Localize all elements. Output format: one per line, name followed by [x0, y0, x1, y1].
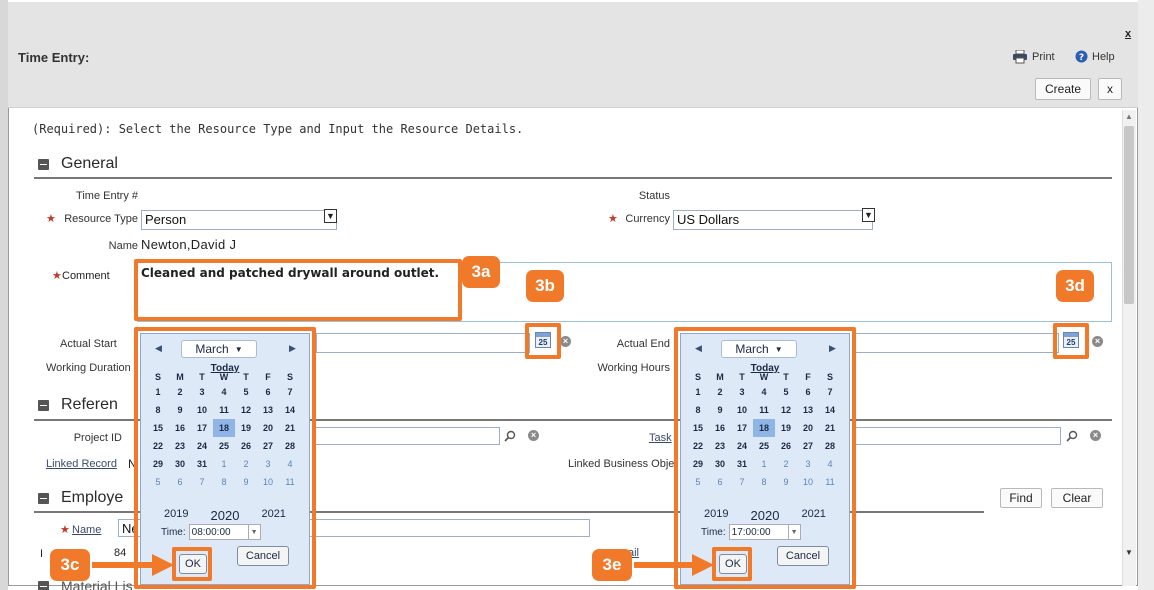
currency-label: Currency — [625, 213, 670, 225]
search-icon[interactable] — [504, 430, 516, 442]
screen: x Time Entry: Print ? Help Create x (Req… — [0, 0, 1154, 590]
start-ok-highlight — [172, 547, 212, 581]
start-calendar-highlight — [525, 323, 561, 359]
start-calendar-highlight — [134, 327, 316, 589]
actual-end-input[interactable] — [855, 333, 1059, 353]
time-entry-label: Time Entry # — [76, 190, 138, 202]
project-id-input[interactable] — [312, 427, 500, 445]
clear-icon[interactable]: × — [1092, 336, 1103, 347]
section-title: Referen — [61, 396, 118, 413]
collapse-icon — [38, 399, 49, 411]
linked-record-link[interactable]: Linked Record — [46, 458, 117, 470]
callout-badge: 3e — [592, 549, 632, 581]
required-marker: ★ — [60, 524, 70, 536]
collapse-icon — [38, 580, 49, 590]
callout-badge: 3c — [50, 549, 90, 581]
svg-text:?: ? — [1079, 53, 1084, 63]
project-id-label: Project ID — [73, 432, 122, 444]
clear-icon[interactable]: × — [560, 336, 571, 347]
actual-start-label: Actual Start — [60, 338, 117, 350]
arrow-icon — [634, 554, 714, 576]
scrollbar-thumb[interactable] — [1124, 126, 1134, 304]
dialog-header — [8, 2, 1138, 108]
callout-badge: 3d — [1056, 270, 1094, 302]
end-ok-highlight — [712, 547, 752, 581]
callout-badge: 3b — [526, 270, 564, 302]
required-marker: ★ — [52, 270, 62, 282]
help-label: Help — [1092, 50, 1115, 63]
section-title: General — [61, 155, 118, 172]
required-marker: ★ — [608, 213, 618, 225]
employee-next-label: I — [40, 548, 44, 560]
working-hours-label: Working Hours — [597, 362, 670, 374]
instruction-text: (Required): Select the Resource Type and… — [32, 122, 524, 136]
currency-value: US Dollars — [677, 212, 740, 227]
section-reference[interactable]: Referen — [38, 396, 118, 414]
callout-badge: 3a — [462, 256, 500, 288]
scroll-up-icon[interactable]: ▲ — [1125, 112, 1133, 121]
comments-label: Comment — [62, 270, 110, 282]
section-general[interactable]: General — [38, 155, 118, 173]
resource-type-label: Resource Type — [64, 213, 138, 225]
actual-start-input[interactable] — [316, 333, 530, 353]
linked-business-object-label: Linked Business Obje — [568, 458, 675, 470]
section-divider — [34, 177, 1112, 179]
find-button[interactable]: Find — [1000, 488, 1042, 508]
backdrop-right — [1138, 0, 1154, 590]
resource-type-value: Person — [145, 212, 187, 227]
collapse-icon — [38, 492, 49, 504]
name-label: Name — [108, 240, 138, 252]
working-duration-label: Working Duration — [46, 362, 131, 374]
name-value: Newton,David J — [141, 237, 237, 252]
clear-icon[interactable]: × — [528, 430, 539, 441]
actual-end-label: Actual End — [616, 338, 670, 350]
arrow-icon — [92, 554, 174, 576]
help-button[interactable]: ? Help — [1075, 50, 1115, 63]
comments-highlight — [134, 259, 462, 321]
section-title: Employe — [61, 489, 124, 506]
print-button[interactable]: Print — [1012, 50, 1055, 64]
task-input[interactable] — [855, 427, 1061, 445]
currency-select[interactable]: US Dollars — [673, 210, 873, 230]
resource-type-dropdown-icon[interactable]: ▼ — [324, 209, 337, 223]
dialog-title: Time Entry: — [18, 50, 90, 65]
backdrop-left — [0, 0, 8, 590]
status-label: Status — [638, 190, 670, 202]
clear-button[interactable]: Clear — [1051, 488, 1103, 508]
resource-type-select[interactable]: Person — [141, 210, 337, 230]
print-label: Print — [1032, 51, 1055, 63]
end-calendar-highlight — [674, 327, 856, 589]
help-icon: ? — [1075, 50, 1088, 63]
cancel-x-button[interactable]: x — [1098, 78, 1122, 100]
section-employee[interactable]: Employe — [38, 489, 123, 507]
end-calendar-highlight — [1053, 323, 1089, 359]
search-icon[interactable] — [1066, 430, 1078, 442]
collapse-icon — [38, 158, 49, 170]
printer-icon — [1013, 50, 1027, 64]
close-window-link[interactable]: x — [1125, 28, 1131, 40]
scroll-down-icon[interactable]: ▼ — [1125, 548, 1133, 557]
clear-icon[interactable]: × — [1090, 430, 1101, 441]
create-button[interactable]: Create — [1035, 78, 1091, 100]
currency-dropdown-icon[interactable]: ▼ — [862, 208, 875, 222]
employee-name-link[interactable]: Name — [72, 524, 101, 536]
task-link[interactable]: Task — [649, 432, 672, 444]
